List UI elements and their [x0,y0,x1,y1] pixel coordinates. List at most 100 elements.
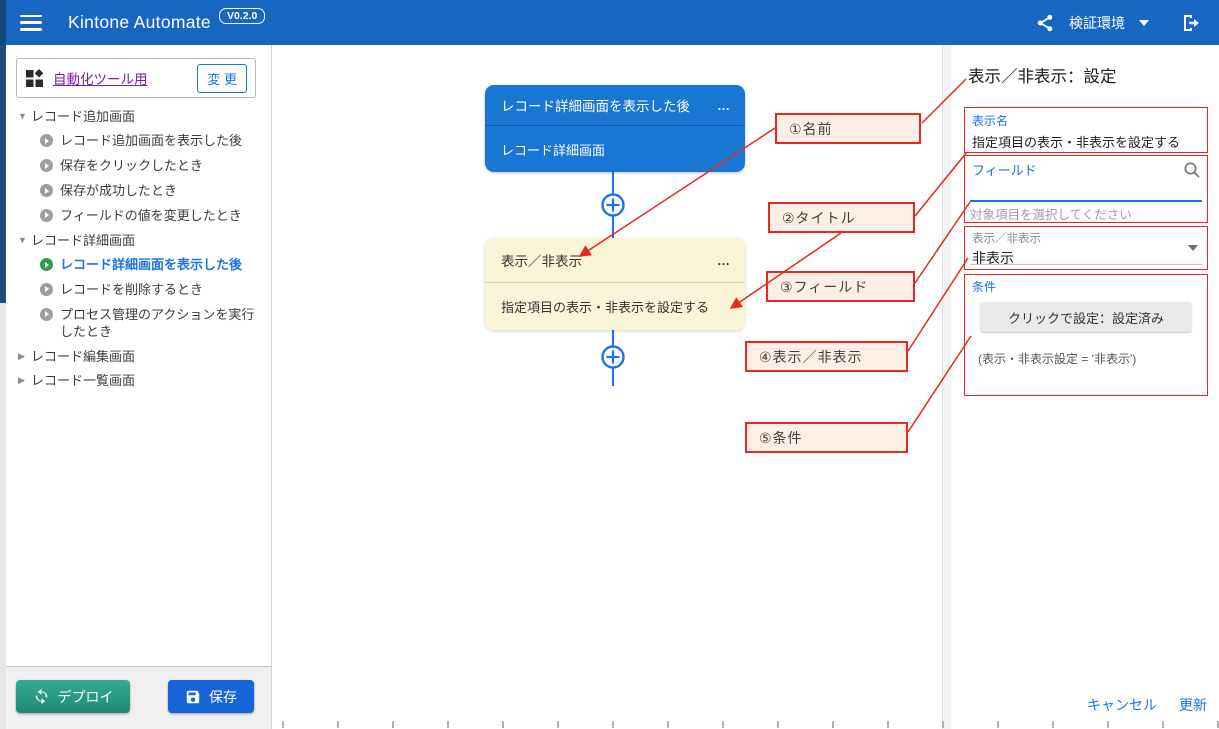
annotation-condition: ⑤条件 [745,422,908,453]
ruler-tick [392,721,394,728]
search-icon[interactable] [1183,161,1201,184]
play-circle-icon [40,184,53,197]
update-button[interactable]: 更新 [1179,695,1207,715]
save-button-label: 保存 [209,687,237,707]
hamburger-icon[interactable] [20,15,42,31]
field-group: フィールド 対象項目を選択してください [964,155,1208,223]
tree-section-label: レコード追加画面 [31,109,135,125]
panel-title: 表示／非表示：設定 [968,63,1117,87]
play-circle-icon [40,134,53,147]
tree-item[interactable]: レコードを削除するとき [6,278,271,303]
play-circle-icon [40,283,53,296]
tree-item-label: プロセス管理のアクションを実行したとき [60,307,265,341]
ruler-tick [667,721,669,728]
tree-item[interactable]: フィールドの値を変更したとき [6,204,271,229]
tree-item[interactable]: プロセス管理のアクションを実行したとき [6,303,271,345]
visibility-label: 表示／非表示 [972,230,1200,246]
ruler-tick [337,721,339,728]
ruler-tick [887,721,889,728]
ruler-tick [1162,721,1164,728]
ruler-tick [1052,721,1054,728]
condition-group: 条件 クリックで設定：設定済み (表示・非表示設定 = '非表示') [964,274,1208,396]
save-icon [185,689,201,705]
ruler-tick [942,721,944,728]
save-button[interactable]: 保存 [168,680,254,713]
action-node[interactable]: 表示／非表示 … 指定項目の表示・非表示を設定する [485,238,745,330]
tree-section-label: レコード詳細画面 [31,233,135,249]
tree-item[interactable]: 保存が成功したとき [6,179,271,204]
tree-section-0[interactable]: ▼レコード追加画面 [6,105,271,129]
change-app-button[interactable]: 変 更 [197,64,247,93]
chevron-down-icon[interactable] [1139,20,1149,26]
node-menu-button[interactable]: … [717,98,731,113]
logout-icon[interactable] [1181,13,1203,33]
action-node-subtitle: 指定項目の表示・非表示を設定する [485,283,745,330]
tree-item-label: レコード詳細画面を表示した後 [60,257,242,274]
tree-item[interactable]: 保存をクリックしたとき [6,154,271,179]
select-underline [970,264,1202,265]
condition-label: 条件 [972,278,1200,295]
share-icon[interactable] [1035,13,1055,33]
tree-item-label: レコードを削除するとき [60,282,203,299]
ruler-tick [447,721,449,728]
ruler-tick [722,721,724,728]
condition-summary: (表示・非表示設定 = '非表示') [978,350,1200,367]
trigger-node[interactable]: レコード詳細画面を表示した後 … レコード詳細画面 [485,85,745,172]
sync-icon [33,688,50,705]
cancel-button[interactable]: キャンセル [1087,695,1157,715]
tree-item-label: フィールドの値を変更したとき [60,208,242,225]
screen-edge-strip [0,0,6,729]
deploy-button-label: デプロイ [58,687,114,707]
ruler-tick [832,721,834,728]
tree-section-label: レコード一覧画面 [31,373,135,389]
display-name-value[interactable]: 指定項目の表示・非表示を設定する [972,132,1200,151]
expand-icon: ▶ [18,351,31,362]
tree-section-3[interactable]: ▶レコード一覧画面 [6,369,271,393]
annotation-title: ②タイトル [768,202,915,233]
collapse-icon: ▼ [18,235,31,246]
annotation-name: ①名前 [775,113,921,144]
sidebar-footer: デプロイ 保存 [6,666,271,729]
visibility-select[interactable]: 表示／非表示 非表示 [964,226,1208,270]
action-node-title: 表示／非表示 [501,250,582,270]
chevron-down-icon [1188,245,1198,251]
tree-item-label: 保存が成功したとき [60,183,177,200]
trigger-node-title: レコード詳細画面を表示した後 [501,95,690,115]
environment-selector[interactable]: 検証環境 [1069,13,1125,33]
ruler-tick [282,721,284,728]
ruler-tick [777,721,779,728]
app-selector: 自動化ツール用 変 更 [16,58,256,98]
tree-item[interactable]: レコード詳細画面を表示した後 [6,253,271,278]
app-tree: ▼レコード追加画面レコード追加画面を表示した後保存をクリックしたとき保存が成功し… [6,105,271,393]
settings-panel: 表示／非表示：設定 表示名 指定項目の表示・非表示を設定する フィールド 対象項… [950,45,1219,729]
tree-item-label: 保存をクリックしたとき [60,158,203,175]
play-circle-icon [40,258,53,271]
annotation-field: ③フィールド [766,271,915,302]
annotation-visibility: ④表示／非表示 [745,341,908,372]
ruler-tick [502,721,504,728]
ruler-tick [1107,721,1109,728]
add-node-button[interactable] [600,192,626,218]
expand-icon: ▶ [18,375,31,386]
node-menu-button[interactable]: … [717,253,731,268]
sidebar: 自動化ツール用 変 更 ▼レコード追加画面レコード追加画面を表示した後保存をクリ… [6,45,272,729]
visibility-value: 非表示 [972,248,1200,268]
deploy-button[interactable]: デプロイ [16,680,130,713]
field-search-input[interactable] [970,182,1202,202]
tree-section-1[interactable]: ▼レコード詳細画面 [6,229,271,253]
version-badge: V0.2.0 [219,8,265,24]
app-blocks-icon [25,68,45,88]
app-name-link[interactable]: 自動化ツール用 [53,68,148,88]
play-circle-icon [40,308,53,321]
collapse-icon: ▼ [18,111,31,122]
add-node-button[interactable] [600,344,626,370]
tree-section-2[interactable]: ▶レコード編集画面 [6,345,271,369]
trigger-node-subtitle: レコード詳細画面 [485,126,745,172]
ruler-tick [557,721,559,728]
display-name-group: 表示名 指定項目の表示・非表示を設定する [964,107,1208,153]
display-name-label: 表示名 [972,112,1200,129]
condition-set-button[interactable]: クリックで設定：設定済み [980,302,1192,332]
tree-item[interactable]: レコード追加画面を表示した後 [6,129,271,154]
play-circle-icon [40,159,53,172]
flow-canvas: レコード詳細画面を表示した後 … レコード詳細画面 表示／非表示 … 指定項目の… [272,45,950,729]
